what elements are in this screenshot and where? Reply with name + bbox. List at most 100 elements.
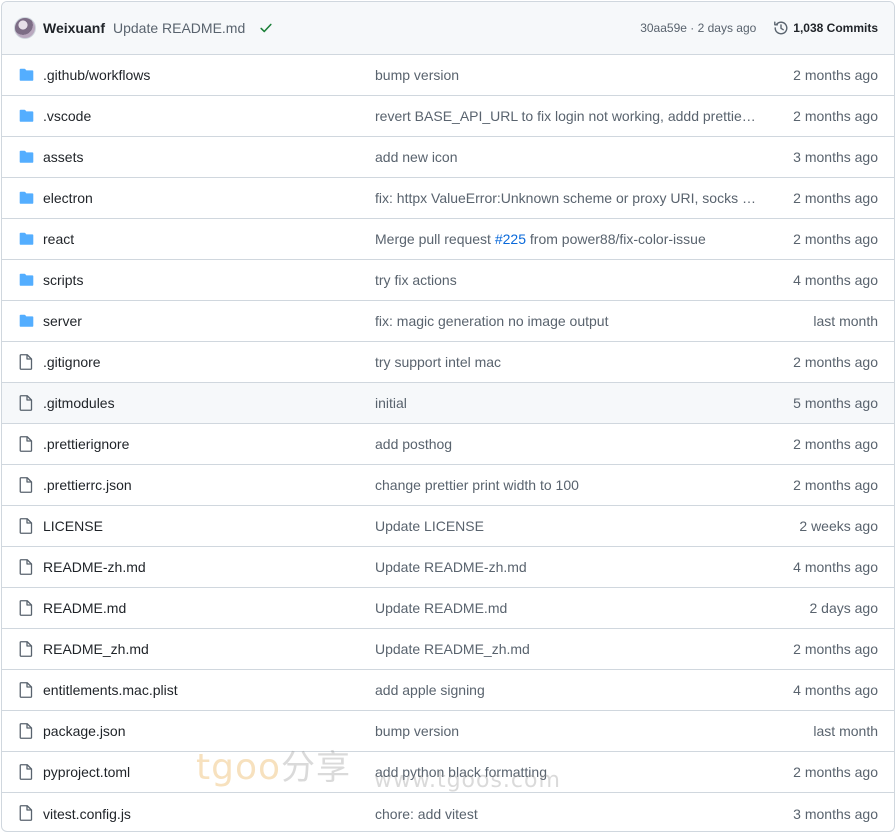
file-icon xyxy=(17,764,35,780)
commit-age[interactable]: 2 months ago xyxy=(793,67,878,83)
commit-message-link[interactable]: Update README_zh.md xyxy=(375,641,759,657)
commit-age[interactable]: 2 months ago xyxy=(793,764,878,780)
commit-age[interactable]: 2 months ago xyxy=(793,354,878,370)
file-row[interactable]: README_zh.md Update README_zh.md 2 months … xyxy=(2,629,894,670)
commit-message-link[interactable]: try fix actions xyxy=(375,272,759,288)
file-list: .github/workflows bump version 2 months ag… xyxy=(2,55,894,831)
file-name-link[interactable]: vitest.config.js xyxy=(43,806,131,822)
file-name-link[interactable]: assets xyxy=(43,149,83,165)
file-row[interactable]: .github/workflows bump version 2 months ag… xyxy=(2,55,894,96)
commit-age[interactable]: last month xyxy=(813,723,878,739)
commit-age[interactable]: 3 months ago xyxy=(793,806,878,822)
commit-age[interactable]: 2 weeks ago xyxy=(799,518,878,534)
file-row[interactable]: server fix: magic generation no image out… xyxy=(2,301,894,342)
file-name-link[interactable]: README.md xyxy=(43,600,126,616)
latest-commit-message[interactable]: Update README.md xyxy=(113,20,245,36)
file-name-link[interactable]: react xyxy=(43,231,74,247)
file-icon xyxy=(17,723,35,739)
file-name-link[interactable]: package.json xyxy=(43,723,126,739)
check-icon[interactable] xyxy=(259,21,273,35)
file-row[interactable]: pyproject.toml add python black formattin… xyxy=(2,752,894,793)
commit-message-link[interactable]: add python black formatting xyxy=(375,764,759,780)
file-row[interactable]: LICENSE Update LICENSE 2 weeks ago xyxy=(2,506,894,547)
commits-link[interactable]: 1,038 Commits xyxy=(773,20,878,36)
file-row[interactable]: .gitmodules initial 5 months ago xyxy=(2,383,894,424)
file-icon xyxy=(17,354,35,370)
commit-message-link[interactable]: fix: magic generation no image output xyxy=(375,313,759,329)
file-row[interactable]: assets add new icon 3 months ago xyxy=(2,137,894,178)
commit-message-link[interactable]: try support intel mac xyxy=(375,354,759,370)
file-row[interactable]: scripts try fix actions 4 months ago xyxy=(2,260,894,301)
commit-message-link[interactable]: Update README.md xyxy=(375,600,759,616)
folder-icon xyxy=(17,67,35,83)
file-browser: Weixuanf Update README.md 30aa59e · 2 da… xyxy=(1,1,895,832)
commit-message-link[interactable]: fix: httpx ValueError:Unknown scheme or … xyxy=(375,190,759,206)
commit-message-text: Merge pull request xyxy=(375,231,495,247)
commit-age[interactable]: 2 months ago xyxy=(793,436,878,452)
commit-sha-date[interactable]: 30aa59e · 2 days ago xyxy=(640,21,756,35)
file-row[interactable]: .prettierignore add posthog 2 months ago xyxy=(2,424,894,465)
commit-message-link[interactable]: chore: add vitest xyxy=(375,806,759,822)
file-name-link[interactable]: pyproject.toml xyxy=(43,764,130,780)
folder-icon xyxy=(17,149,35,165)
commit-message-link[interactable]: add posthog xyxy=(375,436,759,452)
file-row[interactable]: react Merge pull request #225 from power8… xyxy=(2,219,894,260)
commit-message-text: from power88/fix-color-issue xyxy=(526,231,706,247)
commit-message-link[interactable]: initial xyxy=(375,395,759,411)
file-row[interactable]: vitest.config.js chore: add vitest 3 month… xyxy=(2,793,894,831)
file-name-link[interactable]: scripts xyxy=(43,272,83,288)
file-name-link[interactable]: server xyxy=(43,313,82,329)
commit-message-link[interactable]: add new icon xyxy=(375,149,759,165)
commit-age[interactable]: 2 months ago xyxy=(793,641,878,657)
file-row[interactable]: README-zh.md Update README-zh.md 4 months … xyxy=(2,547,894,588)
file-row[interactable]: electron fix: httpx ValueError:Unknown sc… xyxy=(2,178,894,219)
commit-age[interactable]: 2 months ago xyxy=(793,190,878,206)
avatar[interactable] xyxy=(14,17,36,39)
folder-icon xyxy=(17,313,35,329)
history-icon xyxy=(774,21,788,35)
file-name-link[interactable]: .prettierignore xyxy=(43,436,129,452)
file-row[interactable]: README.md Update README.md 2 days ago xyxy=(2,588,894,629)
file-name-link[interactable]: electron xyxy=(43,190,93,206)
commit-message-link[interactable]: add apple signing xyxy=(375,682,759,698)
commit-message-link[interactable]: bump version xyxy=(375,723,759,739)
file-icon xyxy=(17,477,35,493)
commit-age[interactable]: 3 months ago xyxy=(793,149,878,165)
file-name-link[interactable]: .github/workflows xyxy=(43,67,150,83)
file-row[interactable]: package.json bump version last month xyxy=(2,711,894,752)
commit-message-link[interactable]: Update LICENSE xyxy=(375,518,759,534)
file-row[interactable]: .vscode revert BASE_API_URL to fix login … xyxy=(2,96,894,137)
commit-age[interactable]: 4 months ago xyxy=(793,272,878,288)
commit-age[interactable]: 4 months ago xyxy=(793,682,878,698)
file-row[interactable]: entitlements.mac.plist add apple signing 4… xyxy=(2,670,894,711)
commit-age[interactable]: 2 months ago xyxy=(793,108,878,124)
commits-count: 1,038 Commits xyxy=(793,21,878,35)
commit-message-link[interactable]: bump version xyxy=(375,67,759,83)
file-name-link[interactable]: README_zh.md xyxy=(43,641,149,657)
commit-age[interactable]: 2 months ago xyxy=(793,231,878,247)
commit-age[interactable]: 2 days ago xyxy=(810,600,879,616)
commit-message-link[interactable]: change prettier print width to 100 xyxy=(375,477,759,493)
commit-message-link[interactable]: Merge pull request #225 from power88/fix… xyxy=(375,231,759,247)
file-name-link[interactable]: .prettierrc.json xyxy=(43,477,132,493)
commit-age[interactable]: 5 months ago xyxy=(793,395,878,411)
file-name-link[interactable]: .gitignore xyxy=(43,354,101,370)
file-name-link[interactable]: README-zh.md xyxy=(43,559,146,575)
file-name-link[interactable]: LICENSE xyxy=(43,518,103,534)
pull-request-link[interactable]: #225 xyxy=(495,231,526,247)
commit-message-link[interactable]: Update README-zh.md xyxy=(375,559,759,575)
file-name-link[interactable]: .vscode xyxy=(43,108,91,124)
commit-age[interactable]: 2 months ago xyxy=(793,477,878,493)
folder-icon xyxy=(17,231,35,247)
file-row[interactable]: .prettierrc.json change prettier print wi… xyxy=(2,465,894,506)
folder-icon xyxy=(17,190,35,206)
commit-age[interactable]: last month xyxy=(813,313,878,329)
latest-commit-bar: Weixuanf Update README.md 30aa59e · 2 da… xyxy=(2,2,894,55)
commit-age[interactable]: 4 months ago xyxy=(793,559,878,575)
commit-author[interactable]: Weixuanf xyxy=(43,20,105,36)
file-icon xyxy=(17,600,35,616)
commit-message-link[interactable]: revert BASE_API_URL to fix login not wor… xyxy=(375,108,759,124)
file-name-link[interactable]: entitlements.mac.plist xyxy=(43,682,178,698)
file-name-link[interactable]: .gitmodules xyxy=(43,395,115,411)
file-row[interactable]: .gitignore try support intel mac 2 months … xyxy=(2,342,894,383)
